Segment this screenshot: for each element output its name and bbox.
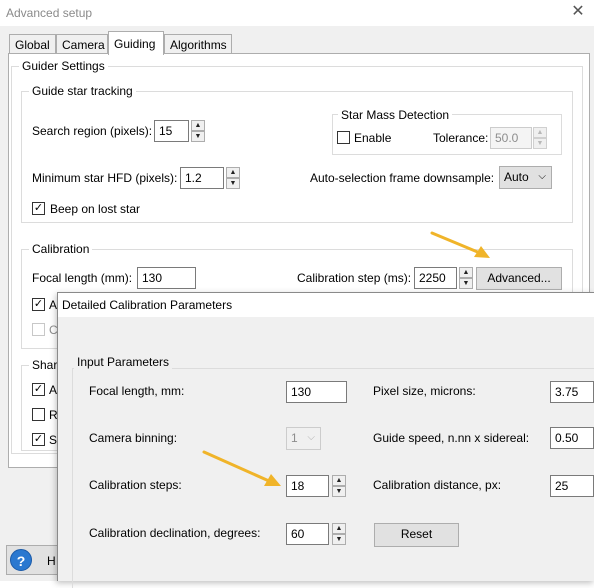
arrow-to-advanced-icon	[430, 231, 490, 258]
tab-guiding[interactable]: Guiding	[108, 31, 164, 55]
tab-label: Guiding	[114, 37, 156, 51]
arrow-to-calibration-steps-icon	[202, 450, 281, 486]
advanced-setup-window: Advanced setup ✕ Global Camera Guiding A…	[0, 0, 594, 588]
annotation-arrows	[202, 231, 490, 486]
